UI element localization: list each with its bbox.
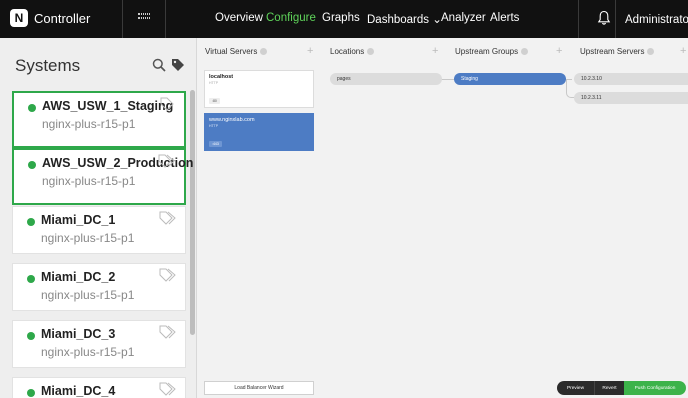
status-online-icon (27, 332, 35, 340)
brand[interactable]: N Controller (10, 9, 90, 27)
system-name: Miami_DC_1 (41, 213, 116, 227)
system-card[interactable]: Miami_DC_2 nginx-plus-r15-p1 (12, 263, 186, 311)
tags-icon[interactable] (159, 268, 177, 282)
upstream-server-item[interactable]: 10.2.3.11 (574, 92, 688, 104)
virtual-server-name: www.nginxlab.com (209, 117, 255, 123)
app-title: Controller (34, 10, 91, 26)
virtual-server-card[interactable]: www.nginxlab.com HTTP :443 (204, 113, 314, 151)
column-title: Upstream Groups (455, 47, 519, 56)
add-upstream-group-button[interactable]: + (556, 45, 562, 57)
virtual-server-protocol: HTTP (209, 124, 219, 128)
system-card[interactable]: AWS_USW_2_Production nginx-plus-r15-p1 (12, 148, 193, 205)
system-card[interactable]: AWS_USW_1_Staging nginx-plus-r15-p1 (12, 91, 186, 148)
status-online-icon (28, 104, 36, 112)
system-version: nginx-plus-r15-p1 (41, 345, 135, 359)
systems-sidebar: Systems AWS_USW_1_Staging nginx-plus-r15… (0, 38, 197, 398)
sidebar-title: Systems (15, 56, 81, 75)
push-configuration-button[interactable]: Push Configuration (624, 381, 686, 395)
virtual-server-name: localhost (209, 74, 234, 80)
port-badge: :443 (209, 141, 222, 147)
top-navigation-bar: N Controller Overview Configure Graphs D… (0, 0, 688, 38)
user-menu[interactable]: Administrator ⌄ (625, 12, 688, 26)
info-icon[interactable] (521, 48, 529, 55)
system-name: AWS_USW_1_Staging (42, 99, 174, 113)
virtual-server-protocol: HTTP (209, 81, 219, 85)
info-icon[interactable] (367, 48, 375, 55)
connector-line (440, 79, 454, 80)
bell-icon[interactable] (597, 10, 611, 26)
virtual-server-card[interactable]: localhost HTTP :80 (204, 70, 314, 108)
divider (615, 0, 616, 38)
upstream-group-item[interactable]: Staging (454, 73, 566, 85)
tags-icon[interactable] (158, 154, 176, 168)
system-card[interactable]: Miami_DC_1 nginx-plus-r15-p1 (12, 206, 186, 254)
nav-analyzer[interactable]: Analyzer (441, 12, 486, 24)
column-header-locations: Locations (330, 47, 375, 56)
tag-icon[interactable] (158, 97, 176, 111)
nav-overview[interactable]: Overview (215, 12, 263, 24)
add-upstream-server-button[interactable]: + (680, 45, 686, 57)
info-icon[interactable] (260, 48, 268, 55)
column-title: Upstream Servers (580, 47, 645, 56)
add-virtual-server-button[interactable]: + (307, 45, 313, 57)
status-online-icon (28, 161, 36, 169)
nav-dashboards[interactable]: Dashboards ⌄ (367, 12, 442, 26)
nav-configure[interactable]: Configure (266, 12, 316, 24)
system-name: Miami_DC_3 (41, 327, 116, 341)
load-balancer-wizard-button[interactable]: Load Balancer Wizard (204, 381, 314, 395)
tags-icon[interactable] (159, 211, 177, 225)
system-version: nginx-plus-r15-p1 (42, 117, 136, 131)
divider (122, 0, 123, 38)
location-item[interactable]: pages (330, 73, 442, 85)
column-title: Locations (330, 47, 365, 56)
system-version: nginx-plus-r15-p1 (41, 231, 135, 245)
column-header-upstream-groups: Upstream Groups (455, 47, 529, 56)
add-location-button[interactable]: + (432, 45, 438, 57)
column-title: Virtual Servers (205, 47, 258, 56)
status-online-icon (27, 218, 35, 226)
info-icon[interactable] (647, 48, 655, 55)
status-online-icon (27, 389, 35, 397)
port-badge: :80 (209, 98, 220, 104)
system-name: Miami_DC_4 (41, 384, 116, 398)
nav-graphs[interactable]: Graphs (322, 12, 360, 24)
menu-grid-icon[interactable] (138, 13, 150, 23)
upstream-server-item[interactable]: 10.2.3.10 (574, 73, 688, 85)
divider (578, 0, 579, 38)
divider (165, 0, 166, 38)
preview-button[interactable]: Preview (557, 381, 594, 395)
tags-icon[interactable] (159, 325, 177, 339)
sidebar-scrollbar[interactable] (190, 90, 195, 335)
nav-alerts[interactable]: Alerts (490, 12, 519, 24)
config-action-bar: Preview Revert Push Configuration (557, 381, 686, 395)
column-header-upstream-servers: Upstream Servers (580, 47, 655, 56)
nginx-logo: N (10, 9, 28, 27)
search-icon[interactable] (152, 58, 166, 72)
system-version: nginx-plus-r15-p1 (42, 174, 136, 188)
revert-button[interactable]: Revert (594, 381, 624, 395)
system-name: Miami_DC_2 (41, 270, 116, 284)
system-card[interactable]: Miami_DC_3 nginx-plus-r15-p1 (12, 320, 186, 368)
tags-icon[interactable] (159, 382, 177, 396)
system-version: nginx-plus-r15-p1 (41, 288, 135, 302)
tag-icon[interactable] (171, 58, 185, 72)
status-online-icon (27, 275, 35, 283)
system-card[interactable]: Miami_DC_4 (12, 377, 186, 398)
column-header-virtual-servers: Virtual Servers (205, 47, 268, 56)
